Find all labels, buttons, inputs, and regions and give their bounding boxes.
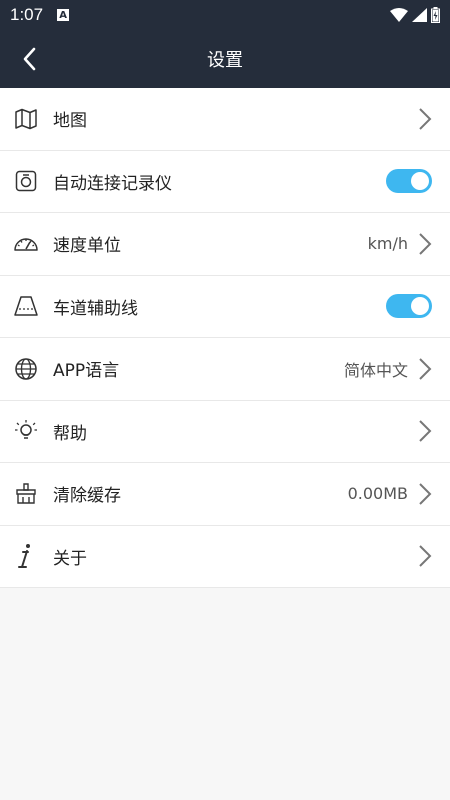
settings-row-label: 帮助: [53, 423, 87, 444]
cache-size-value: 0.00MB: [347, 484, 408, 504]
back-arrow-icon: [23, 47, 36, 71]
chevron-right-icon: [419, 233, 432, 255]
wifi-icon: [390, 8, 408, 22]
chevron-right-icon: [419, 420, 432, 442]
lane-icon: [13, 293, 39, 319]
toggle-knob: [411, 172, 429, 191]
settings-row-label: 速度单位: [53, 236, 121, 257]
dashcam-icon: [13, 168, 39, 194]
settings-row-map[interactable]: 地图: [0, 88, 450, 151]
page-title: 设置: [207, 50, 243, 71]
status-right-icons: [390, 7, 440, 23]
speed-unit-value: km/h: [367, 234, 408, 254]
nav-bar: 设置: [0, 30, 450, 88]
settings-row-lane-assist[interactable]: 车道辅助线: [0, 276, 450, 338]
info-icon: [13, 543, 39, 569]
settings-row-label: 地图: [53, 111, 87, 132]
notification-a-icon: A: [57, 9, 70, 21]
chevron-right-icon: [419, 483, 432, 505]
status-time: 1:07: [10, 5, 44, 24]
lightbulb-icon: [13, 418, 39, 444]
settings-list: 地图 自动连接记录仪 速度单位 km/h 车道辅助线 APP语言 简体中文 帮助…: [0, 88, 450, 588]
broom-icon: [13, 481, 39, 507]
settings-row-label: 清除缓存: [53, 486, 121, 507]
signal-icon: [412, 8, 427, 22]
settings-row-help[interactable]: 帮助: [0, 401, 450, 463]
lane-assist-toggle[interactable]: [386, 294, 432, 319]
auto-connect-toggle[interactable]: [386, 169, 432, 194]
chevron-right-icon: [419, 545, 432, 567]
back-button[interactable]: [14, 44, 44, 74]
settings-row-speed-unit[interactable]: 速度单位 km/h: [0, 213, 450, 276]
app-header: 1:07 A 设置: [0, 0, 450, 88]
battery-icon: [431, 7, 440, 23]
settings-row-app-language[interactable]: APP语言 简体中文: [0, 338, 450, 401]
settings-row-auto-connect[interactable]: 自动连接记录仪: [0, 151, 450, 213]
settings-row-label: APP语言: [53, 361, 120, 382]
settings-row-label: 车道辅助线: [53, 298, 138, 319]
speedometer-icon: [13, 231, 39, 257]
settings-row-clear-cache[interactable]: 清除缓存 0.00MB: [0, 463, 450, 526]
map-icon: [13, 106, 39, 132]
toggle-knob: [411, 297, 429, 316]
app-language-value: 简体中文: [343, 360, 408, 380]
settings-row-label: 关于: [53, 548, 87, 569]
chevron-right-icon: [419, 358, 432, 380]
status-bar: 1:07 A: [0, 0, 450, 30]
settings-row-about[interactable]: 关于: [0, 526, 450, 588]
globe-icon: [13, 356, 39, 382]
chevron-right-icon: [419, 108, 432, 130]
settings-row-label: 自动连接记录仪: [53, 173, 172, 194]
